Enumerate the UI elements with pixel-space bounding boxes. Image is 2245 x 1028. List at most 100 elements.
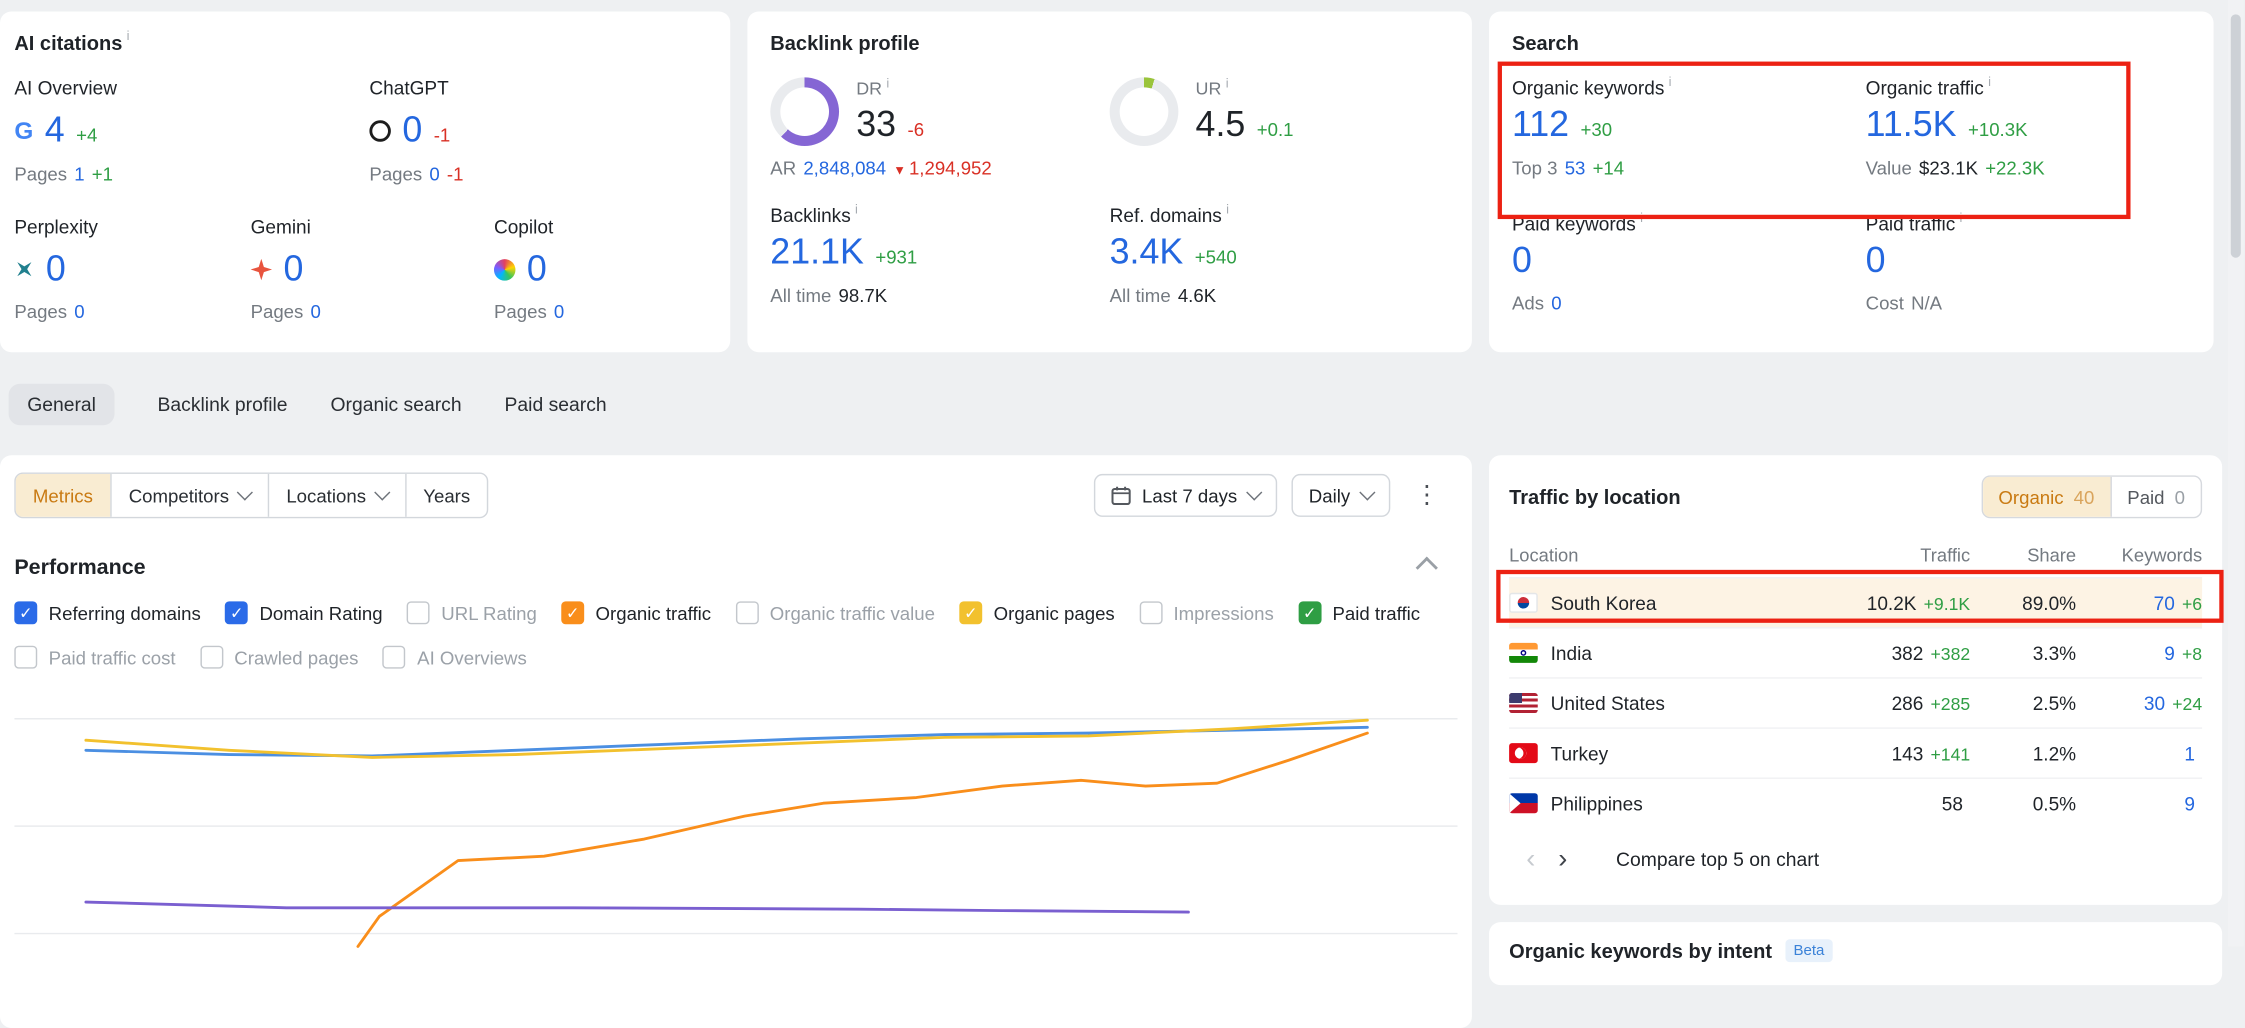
info-icon[interactable]	[1226, 77, 1229, 90]
tab-organic-search[interactable]: Organic search	[330, 384, 461, 426]
table-row-india[interactable]: India 382+382 3.3% 9+8	[1509, 627, 2202, 677]
tab-backlink-profile[interactable]: Backlink profile	[158, 384, 288, 426]
table-row-south-korea[interactable]: South Korea 10.2K+9.1K 89.0% 70+6	[1509, 577, 2202, 627]
backlinks-value[interactable]: 21.1K	[770, 233, 864, 272]
table-row-philippines[interactable]: Philippines 58 0.5% 9	[1509, 777, 2202, 827]
traffic-change: +382	[1930, 644, 1970, 664]
location-pager: Compare top 5 on chart	[1509, 846, 2202, 873]
paid-keywords-block: Paid keywords 0 Ads 0	[1512, 213, 1866, 314]
checkbox-icon: ✓	[561, 601, 584, 624]
next-page-button[interactable]	[1547, 846, 1579, 873]
chevron-down-icon	[237, 484, 253, 500]
metrics-row-1: ✓Referring domains ✓Domain Rating URL Rati…	[14, 601, 1449, 624]
info-icon[interactable]	[1669, 76, 1672, 89]
metric-toggle-organic-pages[interactable]: ✓Organic pages	[959, 601, 1114, 624]
years-button[interactable]: Years	[405, 474, 488, 517]
keywords-value[interactable]: 9	[2184, 793, 2195, 814]
keywords-value[interactable]: 1	[2184, 742, 2195, 763]
value-amount: $23.1K	[1919, 157, 1978, 178]
copilot-icon	[494, 259, 515, 280]
ur-value: 4.5	[1196, 106, 1246, 145]
chatgpt-metric: ChatGPT 0 -1 Pages 0 -1	[369, 77, 463, 184]
pages-value[interactable]: 0	[311, 301, 321, 322]
organic-keywords-value[interactable]: 112	[1512, 106, 1569, 145]
metric-toggle-organic-traffic-value[interactable]: Organic traffic value	[735, 601, 935, 624]
ur-change: +0.1	[1257, 118, 1294, 139]
info-icon[interactable]	[855, 203, 858, 216]
info-icon[interactable]	[886, 77, 889, 90]
metric-label: Paid traffic	[1332, 602, 1420, 623]
keywords-value[interactable]: 30	[2144, 692, 2165, 713]
info-icon[interactable]	[1988, 76, 1991, 89]
metric-value[interactable]: 0	[527, 250, 547, 289]
scrollbar-thumb[interactable]	[2231, 14, 2241, 257]
performance-title: Performance	[14, 556, 145, 580]
organic-traffic-value[interactable]: 11.5K	[1866, 106, 1957, 145]
ur-donut-chart	[1110, 77, 1179, 146]
info-icon[interactable]	[1960, 211, 1963, 224]
metric-toggle-ai-overviews[interactable]: AI Overviews	[383, 646, 527, 669]
backlinks-change: +931	[875, 246, 917, 267]
report-tabs: General Backlink profile Organic search …	[9, 384, 607, 426]
granularity-dropdown[interactable]: Daily	[1292, 474, 1391, 517]
prev-page-button[interactable]	[1515, 846, 1547, 873]
metric-value[interactable]: 0	[46, 250, 66, 289]
collapse-chevron-icon[interactable]	[1416, 557, 1438, 579]
date-range-dropdown[interactable]: Last 7 days	[1093, 474, 1277, 517]
locations-label: Locations	[286, 485, 366, 506]
tab-general[interactable]: General	[9, 384, 115, 426]
keywords-value[interactable]: 70	[2154, 592, 2175, 613]
dr-label: DR	[856, 78, 882, 98]
ar-value[interactable]: 2,848,084	[803, 157, 886, 178]
compare-top5-link[interactable]: Compare top 5 on chart	[1616, 849, 1819, 870]
ai-citations-title: AI citations	[14, 31, 122, 54]
alltime-value: 4.6K	[1178, 284, 1216, 305]
metric-toggle-organic-traffic[interactable]: ✓Organic traffic	[561, 601, 711, 624]
metrics-button[interactable]: Metrics	[16, 474, 110, 517]
metric-toggle-url-rating[interactable]: URL Rating	[407, 601, 537, 624]
more-options-button[interactable]	[1405, 481, 1449, 510]
info-icon[interactable]	[1640, 211, 1643, 224]
chevron-down-icon	[1359, 484, 1375, 500]
metric-value[interactable]: 4	[45, 112, 65, 151]
chevron-down-icon	[1246, 484, 1262, 500]
pages-value[interactable]: 1	[74, 163, 84, 184]
dr-donut-chart	[770, 77, 839, 146]
share-value: 0.5%	[2033, 793, 2076, 814]
toggle-organic[interactable]: Organic 40	[1983, 477, 2110, 517]
perplexity-metric: Perplexity 0 Pages 0	[14, 215, 250, 322]
info-icon[interactable]	[1226, 203, 1229, 216]
pages-value[interactable]: 0	[429, 163, 439, 184]
traffic-change: +141	[1930, 744, 1970, 764]
share-value: 89.0%	[2022, 592, 2076, 613]
metric-change: -1	[434, 125, 451, 146]
competitors-dropdown[interactable]: Competitors	[110, 474, 268, 517]
ads-value[interactable]: 0	[1551, 292, 1561, 313]
paid-keywords-value[interactable]: 0	[1512, 241, 1532, 280]
info-icon[interactable]	[127, 30, 130, 43]
gemini-metric: Gemini 0 Pages 0	[251, 215, 494, 322]
pages-value[interactable]: 0	[554, 301, 564, 322]
search-card: Search Organic keywords 112 +30 Top 3 53…	[1489, 11, 2213, 352]
metric-value[interactable]: 0	[402, 112, 422, 151]
metric-toggle-paid-traffic-cost[interactable]: Paid traffic cost	[14, 646, 175, 669]
metric-label: Impressions	[1173, 602, 1273, 623]
table-row-turkey[interactable]: Turkey 143+141 1.2% 1	[1509, 727, 2202, 777]
vertical-scrollbar[interactable]	[2228, 0, 2244, 946]
pages-value[interactable]: 0	[74, 301, 84, 322]
metric-toggle-crawled-pages[interactable]: Crawled pages	[200, 646, 359, 669]
metric-toggle-paid-traffic[interactable]: ✓Paid traffic	[1298, 601, 1420, 624]
toggle-paid[interactable]: Paid 0	[2110, 477, 2201, 517]
metric-toggle-impressions[interactable]: Impressions	[1139, 601, 1274, 624]
checkbox-icon	[14, 646, 37, 669]
metric-toggle-domain-rating[interactable]: ✓Domain Rating	[225, 601, 382, 624]
table-row-united-states[interactable]: United States 286+285 2.5% 30+24	[1509, 677, 2202, 727]
keywords-value[interactable]: 9	[2164, 642, 2175, 663]
metric-value[interactable]: 0	[283, 250, 303, 289]
tab-paid-search[interactable]: Paid search	[505, 384, 607, 426]
locations-dropdown[interactable]: Locations	[268, 474, 405, 517]
ref-domains-value[interactable]: 3.4K	[1110, 233, 1184, 272]
top3-value[interactable]: 53	[1565, 157, 1586, 178]
metric-toggle-referring-domains[interactable]: ✓Referring domains	[14, 601, 200, 624]
paid-traffic-value[interactable]: 0	[1866, 241, 1886, 280]
